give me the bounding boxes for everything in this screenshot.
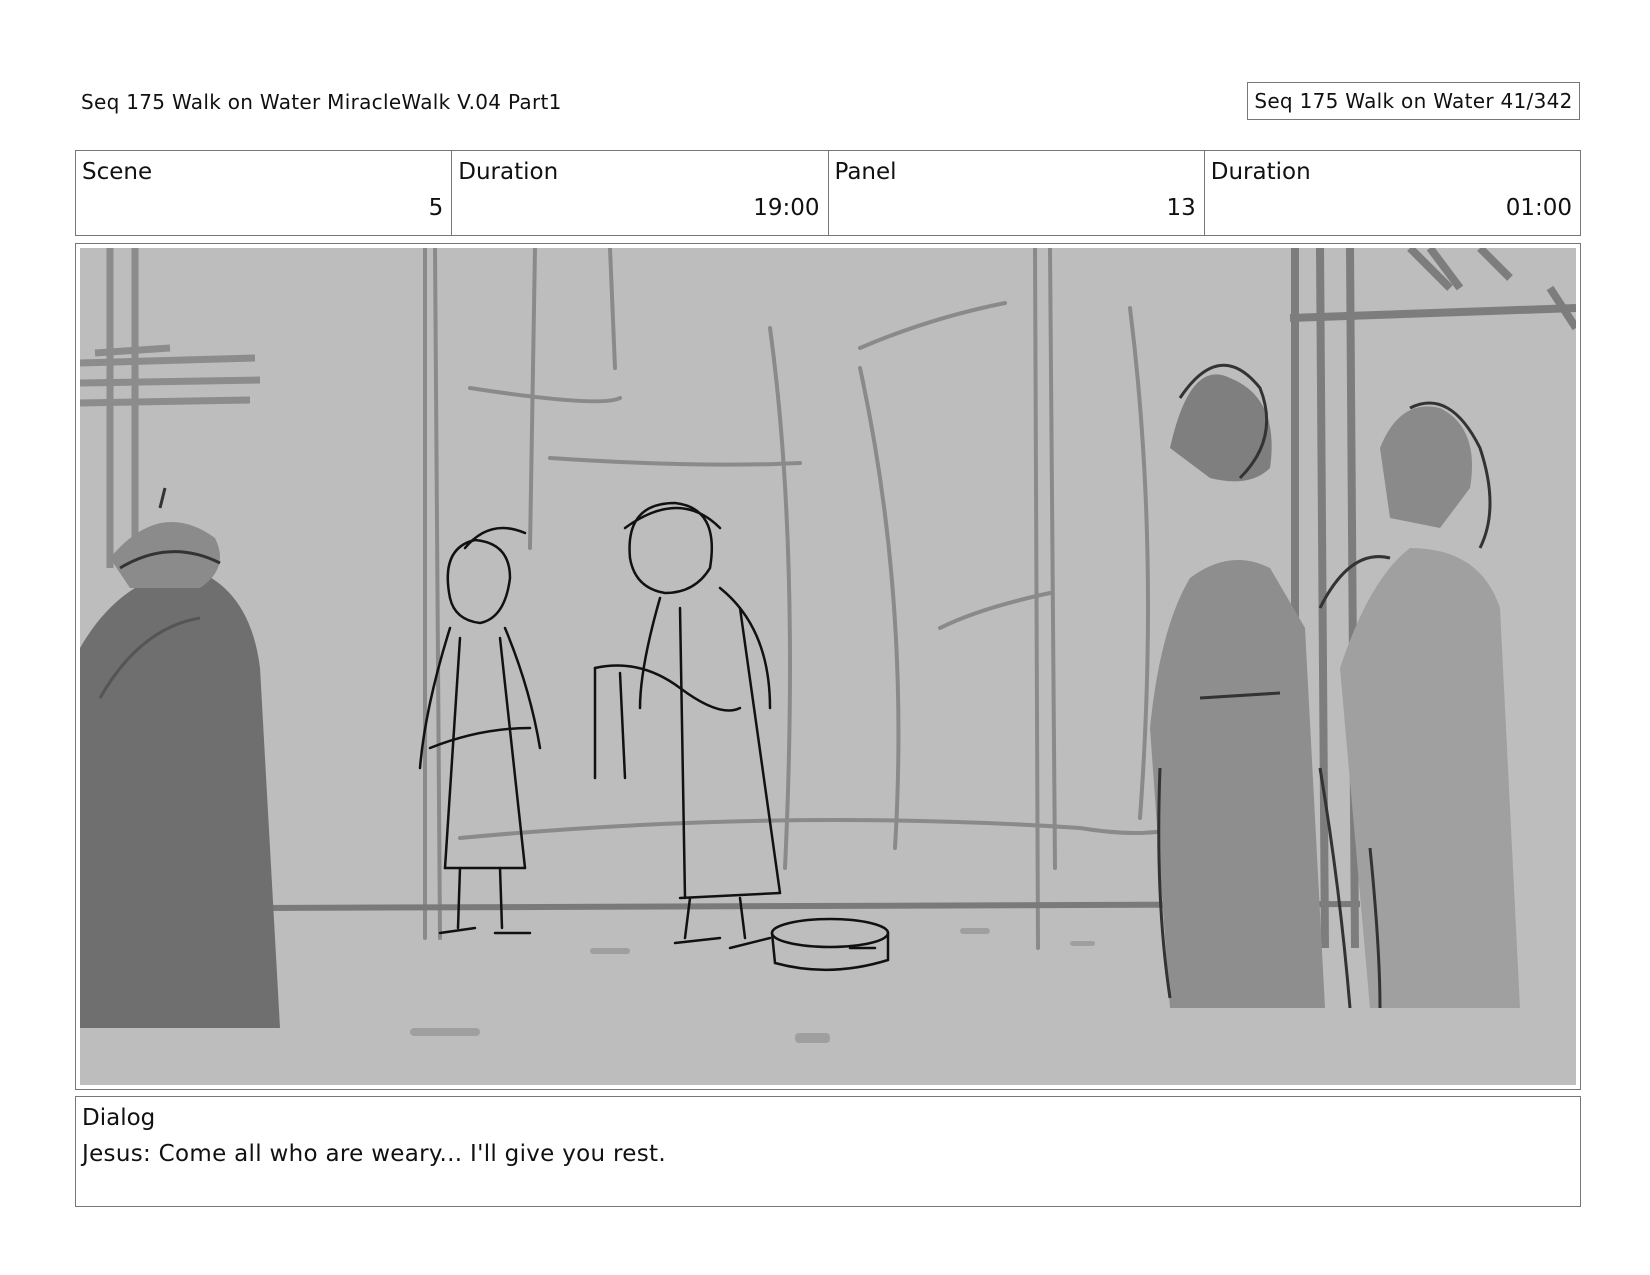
panel-info-row: Scene 5 Duration 19:00 Panel 13 Duration… [75,150,1581,236]
panel-value: 13 [1166,195,1196,221]
scene-value: 5 [428,195,444,221]
scene-label: Scene [82,159,153,185]
panel-duration-label: Duration [1210,159,1311,185]
panel-duration-value: 01:00 [1505,195,1572,221]
storyboard-panel [75,243,1581,1090]
scene-duration-cell: Duration 19:00 [452,151,829,235]
dialog-label: Dialog [82,1105,156,1131]
dialog-box: Dialog Jesus: Come all who are weary... … [75,1096,1581,1207]
storyboard-sketch-image [80,248,1576,1085]
panel-label: Panel [834,159,897,185]
scene-duration-value: 19:00 [753,195,820,221]
panel-duration-cell: Duration 01:00 [1205,151,1580,235]
dialog-text: Jesus: Come all who are weary... I'll gi… [82,1141,666,1167]
scene-duration-label: Duration [458,159,559,185]
sequence-title: Seq 175 Walk on Water MiracleWalk V.04 P… [81,90,562,114]
panel-cell: Panel 13 [829,151,1205,235]
sketch-drawing [80,248,1576,1085]
scene-cell: Scene 5 [76,151,453,235]
page-reference: Seq 175 Walk on Water 41/342 [1247,82,1580,120]
